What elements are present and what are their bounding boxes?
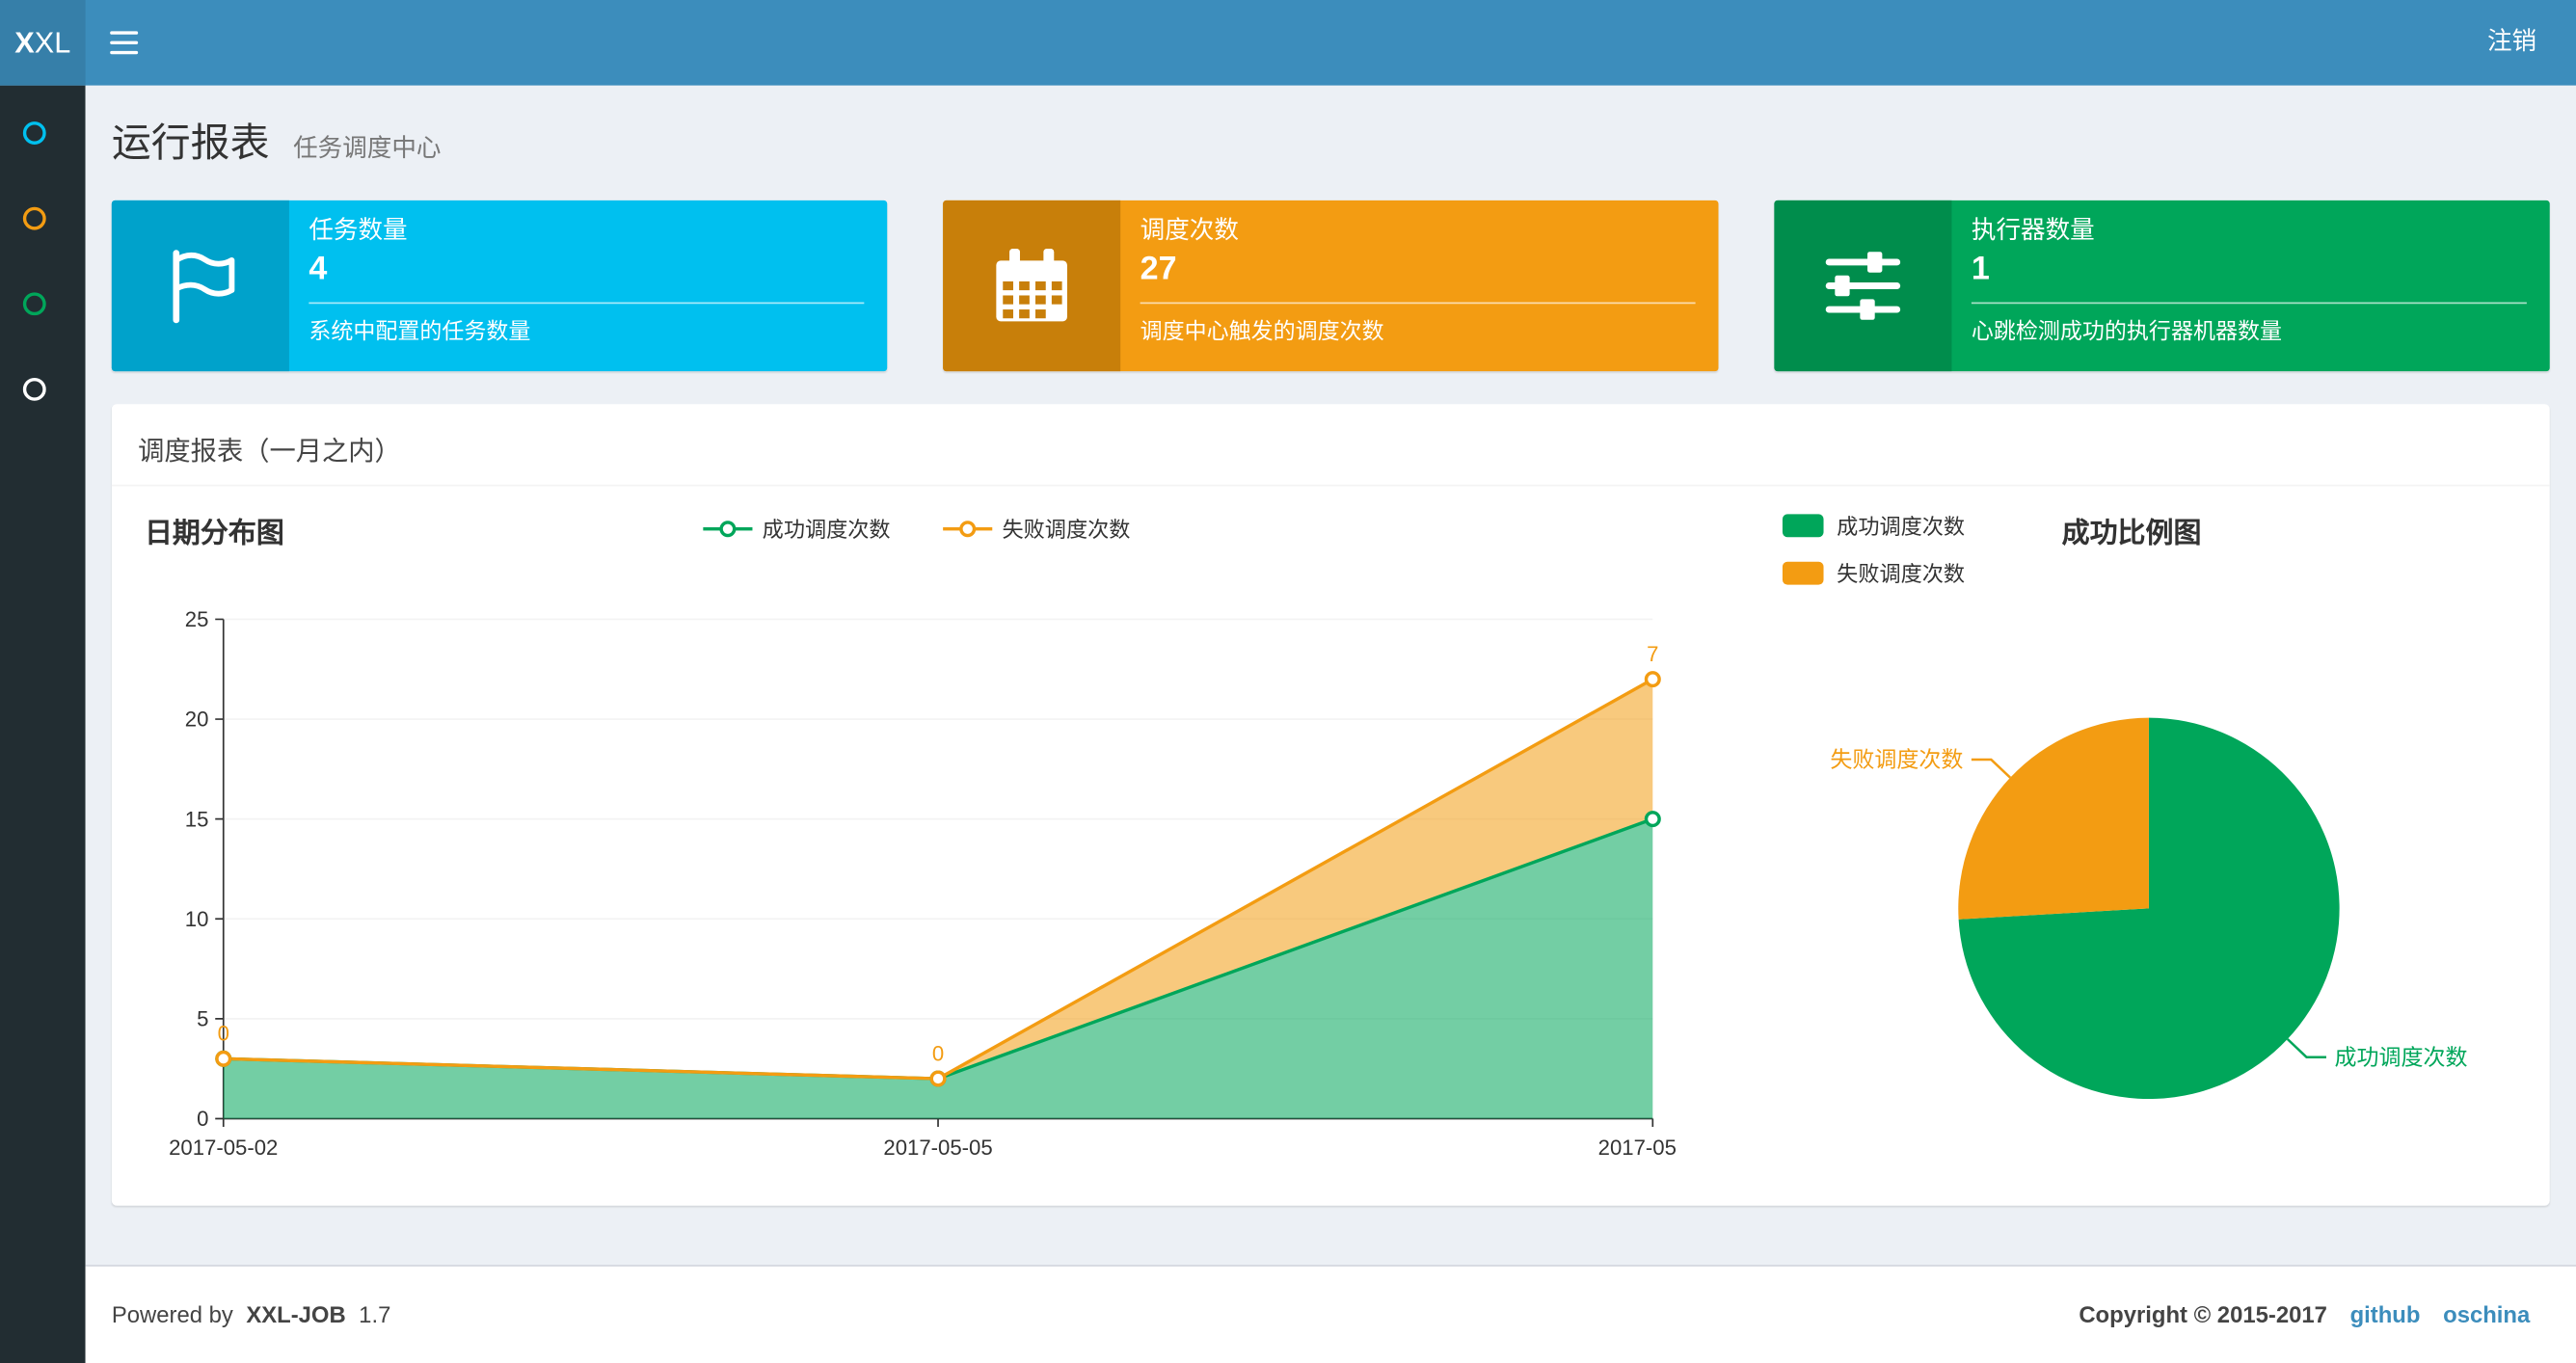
- page-header: 运行报表 任务调度中心: [86, 86, 2576, 168]
- divider: [1140, 302, 1696, 305]
- top-navbar: X XL 注销: [0, 0, 2576, 86]
- svg-text:5: 5: [197, 1007, 208, 1031]
- legend-item-fail[interactable]: 失败调度次数: [1782, 557, 1966, 588]
- success-ratio-pie-chart[interactable]: 成功调度次数 失败调度次数: [1820, 618, 2551, 1209]
- svg-text:25: 25: [185, 608, 209, 632]
- legend-label: 成功调度次数: [1837, 514, 1966, 539]
- powered-prefix: Powered by: [111, 1300, 233, 1327]
- sidebar-item-3[interactable]: [22, 292, 46, 316]
- svg-text:成功调度次数: 成功调度次数: [2334, 1044, 2467, 1069]
- date-distribution-chart[interactable]: 05101520252017-05-022017-05-052017-05-08…: [164, 608, 1676, 1175]
- sidebar-item-4[interactable]: [22, 377, 46, 401]
- svg-text:0: 0: [932, 1041, 944, 1065]
- logout-link[interactable]: 注销: [2448, 0, 2576, 86]
- svg-text:7: 7: [1647, 642, 1658, 666]
- info-box-description: 调度中心触发的调度次数: [1140, 318, 1384, 344]
- product-name: XXL-JOB: [246, 1300, 346, 1327]
- line-marker-icon: [943, 520, 993, 537]
- sliders-icon: [1774, 200, 1952, 372]
- legend-item-fail[interactable]: 失败调度次数: [943, 513, 1130, 544]
- hamburger-icon: [109, 40, 138, 45]
- legend-item-success[interactable]: 成功调度次数: [1782, 509, 1966, 540]
- app-logo-rest: XL: [34, 25, 71, 59]
- page-subtitle: 任务调度中心: [293, 134, 442, 163]
- app-logo[interactable]: X XL: [0, 0, 86, 86]
- info-box-triggers: 调度次数 27 调度中心触发的调度次数: [943, 200, 1719, 372]
- svg-text:15: 15: [185, 807, 209, 831]
- divider: [309, 302, 865, 305]
- info-box-number: 4: [309, 251, 328, 288]
- swatch-icon: [1782, 560, 1824, 584]
- legend-label: 成功调度次数: [762, 517, 891, 543]
- svg-text:0: 0: [197, 1107, 208, 1131]
- panel-body: 日期分布图 成功调度次数 失败调度次数 0 5 10 15 20 25 2017-05-02…: [112, 486, 2550, 1205]
- screen: X XL 注销 运行报表 任务调度中心 任务数量 4 系统中配置的任务数量 调度…: [0, 0, 2576, 1363]
- info-box-number: 1: [1971, 251, 1990, 288]
- sidebar-item-1[interactable]: [22, 121, 46, 145]
- github-link[interactable]: github: [2350, 1301, 2421, 1327]
- info-box-content: 任务数量 4 系统中配置的任务数量: [289, 200, 887, 371]
- content-area: 运行报表 任务调度中心 任务数量 4 系统中配置的任务数量 调度次数 27 调度…: [85, 85, 2576, 1266]
- svg-text:失败调度次数: 失败调度次数: [1830, 747, 1963, 772]
- svg-text:2017-05-05: 2017-05-05: [883, 1136, 992, 1160]
- info-box-jobs: 任务数量 4 系统中配置的任务数量: [111, 200, 888, 372]
- line-marker-icon: [703, 520, 753, 537]
- pie-chart-legend: 成功调度次数 失败调度次数: [1782, 509, 1966, 588]
- product-version: 1.7: [359, 1300, 391, 1327]
- info-box-description: 系统中配置的任务数量: [309, 318, 531, 344]
- oschina-link[interactable]: oschina: [2443, 1301, 2530, 1327]
- svg-text:20: 20: [185, 708, 209, 732]
- footer: Powered by XXL-JOB 1.7 Copyright © 2015-…: [85, 1265, 2576, 1363]
- svg-text:2017-05-02: 2017-05-02: [169, 1136, 278, 1160]
- info-box-number: 27: [1140, 251, 1177, 288]
- svg-text:10: 10: [185, 907, 209, 931]
- calendar-icon: [943, 200, 1121, 372]
- svg-text:2017-05-08: 2017-05-08: [1598, 1136, 1676, 1160]
- page-title: 运行报表: [111, 121, 270, 167]
- info-box-title: 调度次数: [1140, 216, 1239, 245]
- hamburger-icon: [109, 50, 138, 55]
- sidebar: [0, 85, 86, 1363]
- sidebar-toggle-button[interactable]: [86, 0, 161, 86]
- flag-icon: [111, 200, 289, 372]
- pie-chart-title: 成功比例图: [2061, 517, 2202, 549]
- sidebar-item-2[interactable]: [22, 206, 46, 230]
- divider: [1971, 302, 2527, 305]
- legend-label: 失败调度次数: [1837, 561, 1966, 587]
- info-box-content: 执行器数量 1 心跳检测成功的执行器机器数量: [1951, 200, 2549, 371]
- copyright-area: Copyright © 2015-2017 github oschina: [2079, 1267, 2530, 1362]
- copyright-text: Copyright © 2015-2017: [2079, 1300, 2327, 1327]
- svg-text:0: 0: [218, 1022, 229, 1046]
- hamburger-icon: [109, 30, 138, 36]
- info-box-row: 任务数量 4 系统中配置的任务数量 调度次数 27 调度中心触发的调度次数 执行…: [111, 200, 2550, 372]
- swatch-icon: [1782, 513, 1824, 537]
- info-box-title: 执行器数量: [1971, 216, 2095, 245]
- info-box-executors: 执行器数量 1 心跳检测成功的执行器机器数量: [1774, 200, 2550, 372]
- legend-item-success[interactable]: 成功调度次数: [703, 513, 891, 544]
- app-logo-bold: X: [14, 25, 35, 59]
- info-box-title: 任务数量: [309, 216, 408, 245]
- panel-title: 调度报表（一月之内）: [111, 404, 2550, 487]
- info-box-content: 调度次数 27 调度中心触发的调度次数: [1120, 200, 1718, 371]
- info-box-description: 心跳检测成功的执行器机器数量: [1971, 318, 2282, 344]
- report-panel: 调度报表（一月之内） 日期分布图 成功调度次数 失败调度次数 0 5 10 15 20 2…: [111, 404, 2550, 1206]
- line-chart-legend: 成功调度次数 失败调度次数: [177, 513, 1656, 544]
- app-root: X XL 注销 运行报表 任务调度中心 任务数量 4 系统中配置的任务数量 调度…: [0, 0, 2576, 1363]
- legend-label: 失败调度次数: [1002, 517, 1131, 543]
- powered-by-text: Powered by XXL-JOB 1.7: [112, 1267, 390, 1362]
